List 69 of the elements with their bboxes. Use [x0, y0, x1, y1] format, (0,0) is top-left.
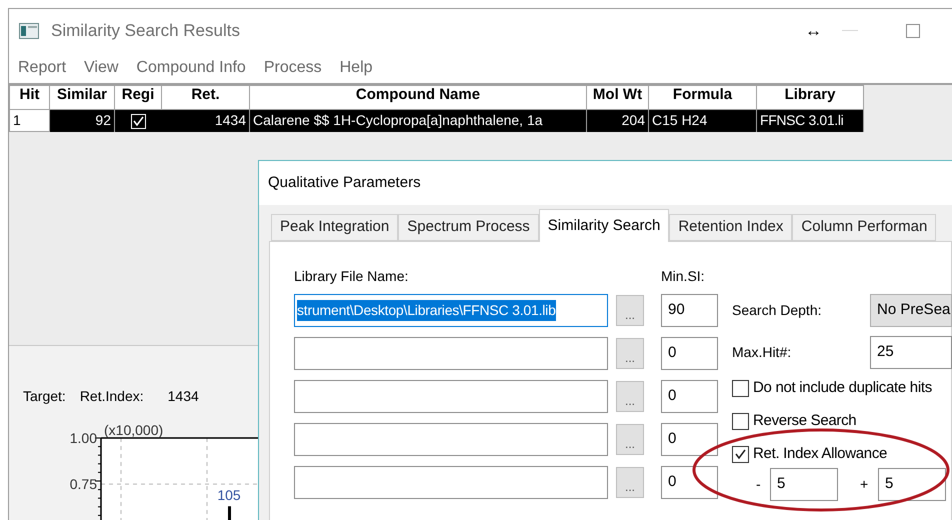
min-si-field[interactable]: 0	[661, 466, 718, 499]
menu-item[interactable]: Report	[18, 56, 66, 80]
min-si-field[interactable]: 0	[661, 423, 718, 456]
resize-cursor-icon: ↔	[805, 18, 822, 44]
checkbox[interactable]	[732, 446, 749, 463]
table-cell: 204	[586, 110, 648, 132]
checkbox[interactable]	[732, 380, 749, 397]
column-header[interactable]: Library	[756, 86, 864, 110]
max-hit-field[interactable]: 25	[870, 336, 952, 369]
browse-button[interactable]: ...	[616, 338, 644, 369]
table-cell: 1	[10, 110, 50, 132]
library-file-name-label: Library File Name:	[294, 267, 410, 286]
table-cell: C15 H24	[648, 110, 756, 132]
browse-button[interactable]: ...	[616, 467, 644, 498]
window-title: Similarity Search Results	[51, 20, 240, 42]
tab[interactable]: Peak Integration	[271, 214, 398, 241]
column-header[interactable]: Ret.	[162, 86, 250, 110]
menu-item[interactable]: View	[84, 56, 118, 80]
tab[interactable]: Similarity Search	[538, 209, 670, 242]
min-si-field[interactable]: 0	[661, 337, 718, 370]
option-label: Ret. Index Allowance	[753, 444, 888, 464]
app-icon	[19, 23, 39, 39]
axis-scale-label: (x10,000)	[104, 422, 164, 438]
library-file-field[interactable]	[294, 380, 608, 413]
column-header[interactable]: Similar	[50, 86, 114, 110]
maximize-icon[interactable]	[906, 24, 920, 38]
plus-allowance-field[interactable]: 5	[878, 468, 946, 501]
search-depth-dropdown[interactable]: No PreSea	[870, 294, 952, 327]
y-tick-label: 0.75	[70, 476, 97, 492]
column-header[interactable]: Hit	[10, 86, 50, 110]
library-file-field[interactable]: strument\Desktop\Libraries\FFNSC 3.01.lib	[294, 294, 608, 327]
library-file-field[interactable]	[294, 423, 608, 456]
tab[interactable]: Retention Index	[669, 214, 792, 241]
ret-index-value: 1434	[168, 387, 199, 406]
table-cell: Calarene $$ 1H-Cyclopropa[a]naphthalene, 1a	[250, 110, 586, 132]
plus-label: +	[860, 475, 870, 494]
spectrum-peak	[228, 506, 231, 520]
browse-button[interactable]: ...	[616, 381, 644, 412]
search-depth-label: Search Depth:	[732, 301, 822, 320]
ret-index-label: Ret.Index:	[80, 387, 144, 406]
option-label: Do not include duplicate hits	[753, 378, 932, 398]
option-label: Reverse Search	[753, 411, 856, 432]
max-hit-label: Max.Hit#:	[732, 343, 792, 362]
column-header[interactable]: Compound Name	[250, 86, 586, 110]
min-si-field[interactable]: 90	[661, 294, 718, 327]
table-cell: FFNSC 3.01.li	[756, 110, 864, 132]
menu-item[interactable]: Help	[340, 56, 373, 80]
checkbox[interactable]	[732, 413, 749, 430]
column-header[interactable]: Regi	[114, 86, 162, 110]
dialog-title: Qualitative Parameters	[268, 172, 421, 193]
min-si-field[interactable]: 0	[661, 380, 718, 413]
library-file-field[interactable]	[294, 337, 608, 370]
menu-item[interactable]: Process	[264, 56, 322, 80]
column-header[interactable]: Formula	[648, 86, 756, 110]
target-label: Target:	[23, 387, 66, 406]
column-header[interactable]: Mol Wt	[586, 86, 648, 110]
menu-item[interactable]: Compound Info	[136, 56, 246, 80]
table-cell: 1434	[162, 110, 250, 132]
library-file-field[interactable]	[294, 466, 608, 499]
browse-button[interactable]: ...	[616, 424, 644, 455]
browse-button[interactable]: ...	[616, 295, 644, 326]
y-tick-label: 1.00	[70, 430, 97, 446]
minus-label: -	[756, 475, 762, 494]
minus-allowance-field[interactable]: 5	[770, 468, 838, 501]
peak-label: 105	[217, 487, 241, 504]
table-cell: 92	[50, 110, 114, 132]
tab[interactable]: Column Performan	[792, 214, 936, 241]
tab[interactable]: Spectrum Process	[398, 214, 539, 241]
min-si-label: Min.SI:	[661, 267, 705, 286]
